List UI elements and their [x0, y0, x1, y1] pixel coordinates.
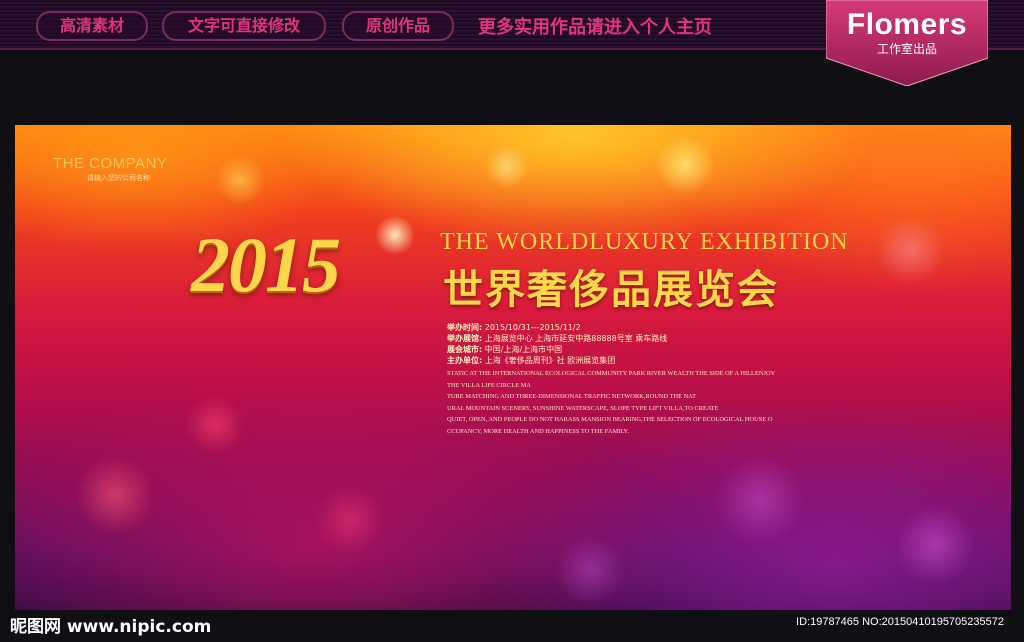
info-key: 主办单位:: [447, 356, 483, 365]
promo-link[interactable]: 更多实用作品请进入个人主页: [478, 13, 712, 39]
studio-subtitle: 工作室出品: [876, 42, 937, 56]
info-key: 举办时间:: [447, 323, 483, 332]
image-id-watermark: ID:19787465 NO:20150410195705235572: [796, 616, 1004, 628]
description-line: TURE MATCHING AND THREE-DIMENSIONAL TRAF…: [447, 393, 696, 401]
tag-original-work[interactable]: 原创作品: [342, 11, 454, 41]
info-row-time: 举办时间: 2015/10/31---2015/11/2: [447, 322, 667, 333]
info-value: 上海展览中心 上海市延安中路88888号室 乘车路线: [484, 334, 668, 343]
description-line: QUIET, OPEN, AND PEOPLE DO NOT HARASS MA…: [447, 416, 773, 424]
site-watermark: 昵图网 www.nipic.com: [10, 617, 212, 637]
info-value: 2015/10/31---2015/11/2: [484, 323, 581, 332]
info-key: 举办展馆:: [447, 334, 483, 343]
bokeh-light: [555, 535, 625, 605]
info-row-venue: 举办展馆: 上海展览中心 上海市延安中路88888号室 乘车路线: [447, 333, 667, 344]
chinese-title: 世界奢侈品展览会: [443, 267, 779, 313]
description-line: STATIC AT THE INTERNATIONAL ECOLOGICAL C…: [447, 370, 776, 377]
bokeh-light: [375, 215, 415, 255]
tag-label: 高清素材: [59, 16, 124, 35]
description-line: THE VILLA LIFE CIRCLE MA: [447, 381, 532, 389]
bokeh-light: [875, 215, 945, 285]
bokeh-light: [655, 135, 715, 195]
studio-name: Flomers: [846, 8, 968, 41]
description-line: CCUPANCY, MORE HEALTH AND HAPPINESS TO T…: [447, 427, 629, 435]
tag-label: 文字可直接修改: [187, 16, 300, 35]
tag-editable-text[interactable]: 文字可直接修改: [162, 11, 326, 41]
exhibition-poster: THE COMPANY 请输入您的公司名称 2015 THE WORLDLUXU…: [15, 125, 1011, 610]
info-value: 中国/上海/上海市中国: [484, 345, 563, 354]
bokeh-light: [185, 395, 245, 455]
description-line: URAL MOUNTAIN SCENERY, SUNSHINE WATERSCA…: [447, 404, 719, 412]
company-subtitle: 请输入您的公司名称: [87, 174, 150, 182]
company-name: THE COMPANY: [53, 155, 168, 172]
bokeh-light: [315, 485, 385, 555]
bokeh-light: [895, 505, 975, 585]
studio-badge-text: Flomers 工作室出品: [826, 8, 988, 56]
info-row-organizer: 主办单位: 上海《奢侈品周刊》社 欧洲展览集团: [447, 355, 667, 366]
bokeh-light: [75, 455, 155, 535]
info-key: 展会城市:: [447, 345, 483, 354]
info-value: 上海《奢侈品周刊》社 欧洲展览集团: [484, 356, 616, 365]
bokeh-light: [485, 145, 529, 189]
tag-label: 原创作品: [365, 16, 430, 35]
english-title: THE WORLDLUXURY EXHIBITION: [440, 229, 849, 255]
event-info: 举办时间: 2015/10/31---2015/11/2 举办展馆: 上海展览中…: [447, 322, 667, 366]
info-row-city: 展会城市: 中国/上海/上海市中国: [447, 344, 667, 355]
bokeh-light: [215, 155, 265, 205]
tag-hd-material[interactable]: 高清素材: [36, 11, 148, 41]
bokeh-light: [715, 455, 805, 545]
event-description: STATIC AT THE INTERNATIONAL ECOLOGICAL C…: [447, 368, 775, 438]
event-year: 2015: [191, 221, 341, 308]
